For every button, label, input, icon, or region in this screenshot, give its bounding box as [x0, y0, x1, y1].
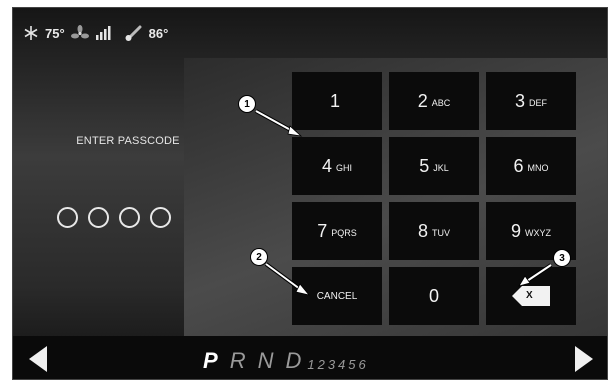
key-5[interactable]: 5 JKL	[389, 137, 479, 195]
previous-arrow-icon[interactable]	[29, 346, 47, 377]
backspace-button[interactable]: X	[486, 267, 576, 325]
passcode-digit-2	[88, 207, 109, 228]
key-2[interactable]: 2 ABC	[389, 72, 479, 130]
key-8[interactable]: 8 TUV	[389, 202, 479, 260]
gear-numbers: 123456	[307, 357, 369, 372]
thermometer-icon	[125, 25, 143, 41]
passcode-digit-4	[150, 207, 171, 228]
gear-indicator: P R N D 123456	[203, 348, 369, 374]
callout-2: 2	[250, 248, 268, 266]
passcode-dots	[57, 207, 171, 228]
cancel-button[interactable]: CANCEL	[292, 267, 382, 325]
backspace-icon: X	[512, 286, 550, 306]
key-6[interactable]: 6 MNO	[486, 137, 576, 195]
inside-temperature: 75°	[45, 25, 65, 41]
enter-passcode-label: ENTER PASSCODE	[76, 135, 180, 147]
gear-p: P	[203, 348, 218, 373]
key-0[interactable]: 0	[389, 267, 479, 325]
passcode-digit-3	[119, 207, 140, 228]
key-4[interactable]: 4 GHI	[292, 137, 382, 195]
gear-d: D	[285, 348, 302, 373]
signal-bars-icon	[95, 26, 113, 40]
key-1[interactable]: 1	[292, 72, 382, 130]
status-bar: 75° 86°	[23, 18, 168, 48]
fan-icon	[70, 25, 89, 41]
callout-3: 3	[553, 249, 571, 267]
outside-temperature: 86°	[148, 25, 169, 41]
key-7[interactable]: 7 PQRS	[292, 202, 382, 260]
key-3[interactable]: 3 DEF	[486, 72, 576, 130]
gear-r: R	[229, 348, 246, 373]
snowflake-icon	[23, 25, 39, 41]
keypad: 1 2 ABC 3 DEF 4 GHI 5 JKL 6 MNO 7 PQRS 8 TUV 9W…	[292, 72, 576, 325]
passcode-digit-1	[57, 207, 78, 228]
callout-1: 1	[238, 95, 256, 113]
display-screen: 75° 86° ENTER PASSCODE 1 2 ABC 3 DEF 4 GHI …	[12, 7, 608, 380]
gear-n: N	[257, 348, 274, 373]
bottom-bar: P R N D 123456	[13, 336, 607, 379]
next-arrow-icon[interactable]	[575, 346, 593, 377]
